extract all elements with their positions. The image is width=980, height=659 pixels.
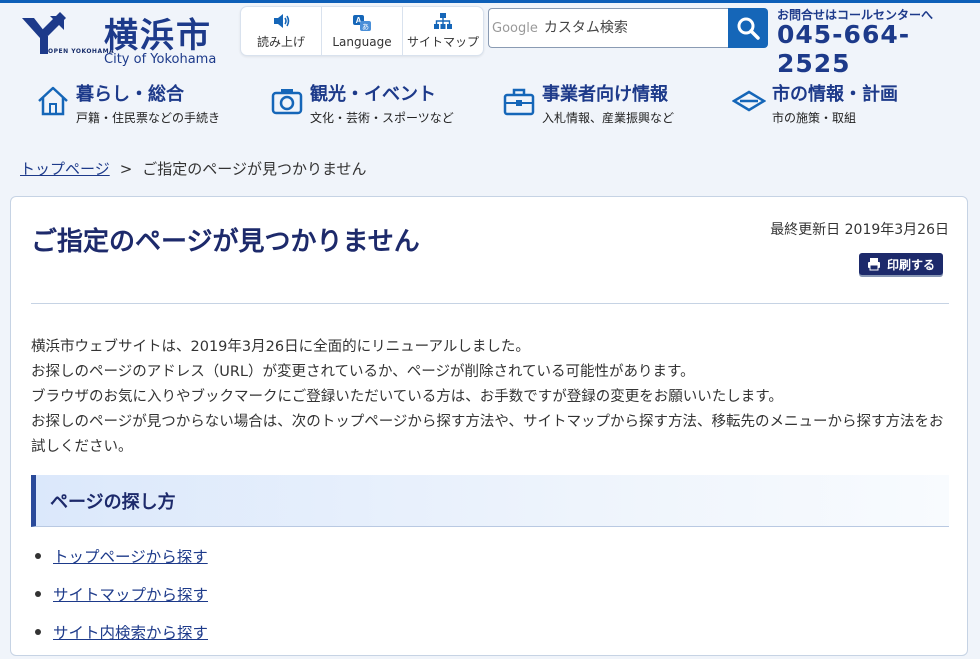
toolbox-icon xyxy=(503,88,535,116)
gnav-city-info-title: 市の情報・計画 xyxy=(772,84,898,105)
section-heading-text: ページの探し方 xyxy=(50,492,176,513)
top-page-search-link[interactable]: トップページから探す xyxy=(53,545,208,567)
site-logo-subtitle: City of Yokohama xyxy=(104,52,217,67)
sitemap-icon xyxy=(434,13,452,29)
contact-phone[interactable]: 045-664-2525 xyxy=(777,20,980,78)
notice-paragraph: ブラウザのお気に入りやブックマークにご登録いただいている方は、お手数ですが登録の… xyxy=(31,389,783,405)
bullet-icon xyxy=(35,553,41,559)
bullet-icon xyxy=(35,629,41,635)
city-emblem-icon xyxy=(732,90,766,112)
camera-icon xyxy=(271,89,303,115)
gnav-city-info-desc: 市の施策・取組 xyxy=(772,111,857,125)
gnav-business[interactable]: 事業者向け情報 入札情報、産業振興など xyxy=(502,80,675,125)
search-button[interactable] xyxy=(728,8,768,48)
gnav-living-title: 暮らし・総合 xyxy=(76,84,184,105)
gnav-tourism-title: 観光・イベント xyxy=(310,84,436,105)
print-button[interactable]: 印刷する xyxy=(859,253,943,275)
gnav-tourism-desc: 文化・芸術・スポーツなど xyxy=(310,111,454,125)
read-aloud-button[interactable]: 読み上げ xyxy=(241,7,322,55)
gnav-living-desc: 戸籍・住民票などの手続き xyxy=(76,111,221,125)
language-label: Language xyxy=(332,34,392,49)
print-button-label: 印刷する xyxy=(886,257,935,272)
list-item: サイトマップから探す xyxy=(33,583,208,621)
list-item: トップページから探す xyxy=(33,545,208,583)
google-brand-label: Google xyxy=(492,20,538,36)
speaker-icon xyxy=(274,14,290,28)
notice-paragraph: お探しのページが見つからない場合は、次のトップページから探す方法や、サイトマップ… xyxy=(31,414,944,455)
gnav-city-info[interactable]: 市の情報・計画 市の施策・取組 xyxy=(732,80,898,125)
notice-paragraph: お探しのページのアドレス（URL）が変更されているか、ページが削除されている可能… xyxy=(31,364,695,380)
sitemap-label: サイトマップ xyxy=(406,35,479,49)
utility-menu: 読み上げ A あ Language サイトマップ xyxy=(240,6,484,56)
svg-text:あ: あ xyxy=(362,23,369,31)
site-logo-title[interactable]: 横浜市 xyxy=(104,8,212,57)
bullet-icon xyxy=(35,591,41,597)
language-button[interactable]: A あ Language xyxy=(322,7,403,55)
printer-icon xyxy=(867,258,880,271)
search-field: Google xyxy=(488,8,728,48)
gnav-business-desc: 入札情報、産業振興など xyxy=(542,111,675,125)
notice-body: 横浜市ウェブサイトは、2019年3月26日に全面的にリニューアルしました。 お探… xyxy=(31,335,951,460)
title-divider xyxy=(31,303,949,304)
notice-paragraph: 横浜市ウェブサイトは、2019年3月26日に全面的にリニューアルしました。 xyxy=(31,339,530,355)
gnav-living[interactable]: 暮らし・総合 戸籍・住民票などの手続き xyxy=(36,80,221,125)
read-aloud-label: 読み上げ xyxy=(256,35,305,49)
page-title: ご指定のページが見つかりません xyxy=(31,227,420,257)
search-methods-list: トップページから探す サイトマップから探す サイト内検索から探す xyxy=(33,545,208,659)
search-icon xyxy=(737,17,760,40)
breadcrumb: トップページ > ご指定のページが見つかりません xyxy=(20,158,367,179)
sitemap-search-link[interactable]: サイトマップから探す xyxy=(53,583,208,605)
breadcrumb-current: ご指定のページが見つかりません xyxy=(142,160,367,178)
breadcrumb-home-link[interactable]: トップページ xyxy=(20,160,110,178)
gnav-business-title: 事業者向け情報 xyxy=(542,84,668,105)
top-accent-line xyxy=(0,0,980,3)
main-content-card: ご指定のページが見つかりません 最終更新日 2019年3月26日 印刷する 横浜… xyxy=(10,196,968,656)
breadcrumb-separator: > xyxy=(119,160,133,178)
sitemap-button[interactable]: サイトマップ xyxy=(403,7,483,55)
list-item: サイト内検索から探す xyxy=(33,621,208,659)
translate-icon: A あ xyxy=(353,14,371,31)
section-heading: ページの探し方 xyxy=(31,475,949,527)
house-icon xyxy=(38,86,68,116)
search-input[interactable] xyxy=(541,19,726,37)
last-updated: 最終更新日 2019年3月26日 xyxy=(770,222,949,238)
gnav-tourism[interactable]: 観光・イベント 文化・芸術・スポーツなど xyxy=(270,80,454,125)
